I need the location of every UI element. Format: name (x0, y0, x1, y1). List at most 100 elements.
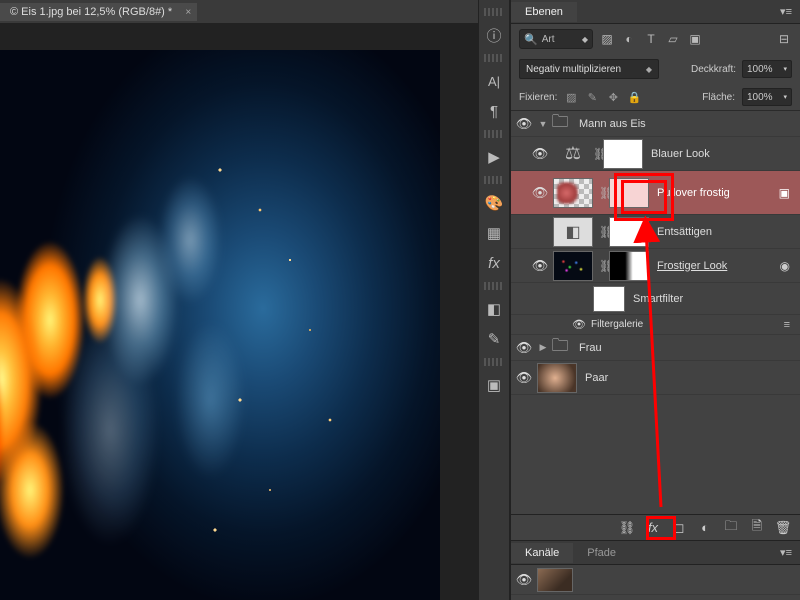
filter-name[interactable]: Filtergalerie (589, 319, 784, 330)
filter-entry[interactable]: 👁 Filtergalerie ≡ (511, 315, 800, 335)
filter-toggle-icon[interactable]: ⊟ (776, 31, 792, 47)
layer-filter-label: Art (542, 34, 555, 45)
layer-name[interactable]: Paar (583, 372, 794, 384)
collapsed-panel-strip: ⓘ A| ¶ ▶ 🎨 ▦ fx ◧ ✎ ▣ (478, 0, 510, 600)
document-tab-title: © Eis 1.jpg bei 12,5% (RGB/8#) * (10, 6, 172, 18)
layer-name[interactable]: Pullover frostig (655, 187, 775, 199)
visibility-icon[interactable]: 👁 (527, 258, 553, 274)
opacity-label: Deckkraft: (691, 64, 736, 75)
twirl-down-icon[interactable]: ▼ (537, 119, 549, 129)
add-mask-icon[interactable]: ◻ (666, 518, 692, 538)
blend-mode-dropdown[interactable]: Negativ multiplizieren ◆ (519, 59, 659, 79)
layers-tab[interactable]: Ebenen (511, 2, 577, 22)
layer-row-selected[interactable]: 👁 ⛓ Pullover frostig ▣ (511, 171, 800, 215)
swatches-panel-icon[interactable]: 🎨 (483, 192, 505, 214)
dropdown-arrow-icon: ◆ (582, 35, 588, 44)
channel-thumb (537, 568, 573, 592)
channel-row[interactable]: 👁 (511, 565, 800, 595)
link-icon[interactable]: ⛓ (599, 225, 609, 239)
document-tab[interactable]: © Eis 1.jpg bei 12,5% (RGB/8#) * × (0, 3, 197, 21)
panel-grip-icon[interactable] (484, 282, 504, 290)
layer-row[interactable]: 👁 Paar (511, 361, 800, 395)
paragraph-panel-icon[interactable]: ¶ (483, 100, 505, 122)
layer-name[interactable]: Frau (577, 342, 794, 354)
visibility-icon[interactable]: 👁 (511, 340, 537, 356)
panel-grip-icon[interactable] (484, 130, 504, 138)
brush-panel-icon[interactable]: ✎ (483, 328, 505, 350)
visibility-icon[interactable]: 👁 (527, 146, 553, 162)
canvas[interactable] (0, 24, 478, 600)
layer-row[interactable]: ◧ ⛓ Entsättigen (511, 215, 800, 249)
visibility-icon[interactable]: 👁 (511, 116, 537, 132)
layer-name[interactable]: Blauer Look (649, 148, 794, 160)
filter-pixel-icon[interactable]: ▨ (599, 31, 615, 47)
panel-grip-icon[interactable] (484, 8, 504, 16)
layer-row[interactable]: 👁 ⚖ ⛓ Blauer Look (511, 137, 800, 171)
filter-settings-icon[interactable]: ≡ (784, 319, 794, 331)
new-group-icon[interactable]: 🗀 (718, 518, 744, 538)
lock-position-icon[interactable]: ✥ (606, 90, 620, 104)
delete-layer-icon[interactable]: 🗑 (770, 518, 796, 538)
link-icon[interactable]: ⛓ (599, 186, 609, 200)
layer-mask-thumb[interactable] (609, 217, 649, 247)
character-panel-icon[interactable]: A| (483, 70, 505, 92)
filter-adjust-icon[interactable]: ◐ (621, 31, 637, 47)
layer-group[interactable]: 👁 ▶ 🗀 Frau (511, 335, 800, 361)
play-panel-icon[interactable]: ▶ (483, 146, 505, 168)
panel-menu-icon[interactable]: ▾≡ (772, 5, 800, 18)
layer-mask-thumb[interactable] (609, 251, 649, 281)
visibility-icon[interactable]: 👁 (527, 185, 553, 201)
layer-name[interactable]: Frostiger Look (655, 260, 776, 272)
link-icon[interactable]: ⛓ (599, 259, 609, 273)
filter-type-icon[interactable]: T (643, 31, 659, 47)
layer-name[interactable]: Mann aus Eis (577, 118, 794, 130)
panel-menu-icon[interactable]: ▾≡ (772, 546, 800, 559)
visibility-icon[interactable]: 👁 (511, 572, 537, 588)
close-tab-icon[interactable]: × (185, 7, 191, 18)
navigator-panel-icon[interactable]: ▣ (483, 374, 505, 396)
panel-grip-icon[interactable] (484, 176, 504, 184)
layer-thumb[interactable] (537, 363, 577, 393)
link-layers-icon[interactable]: ⛓ (614, 518, 640, 538)
fill-input[interactable]: 100%▾ (742, 88, 792, 106)
layers-list: 👁 ▼ 🗀 Mann aus Eis 👁 ⚖ ⛓ Blauer Look 👁 ⛓… (511, 111, 800, 514)
smartfilter-label: Smartfilter (631, 293, 794, 305)
filter-smart-icon[interactable]: ▣ (687, 31, 703, 47)
layer-mask-thumb[interactable] (609, 178, 649, 208)
new-layer-icon[interactable]: 🗎 (744, 518, 770, 538)
layer-name[interactable]: Entsättigen (655, 226, 794, 238)
layer-group[interactable]: 👁 ▼ 🗀 Mann aus Eis (511, 111, 800, 137)
layer-mask-thumb[interactable] (603, 139, 643, 169)
paths-tab[interactable]: Pfade (573, 543, 630, 563)
grid-panel-icon[interactable]: ▦ (483, 222, 505, 244)
twirl-right-icon[interactable]: ▶ (537, 342, 549, 353)
link-icon[interactable]: ⛓ (593, 147, 603, 161)
panel-grip-icon[interactable] (484, 54, 504, 62)
layer-thumb[interactable] (553, 178, 593, 208)
layer-row[interactable]: 👁 ⛓ Frostiger Look ◉ (511, 249, 800, 283)
opacity-input[interactable]: 100%▾ (742, 60, 792, 78)
layers-footer: ⛓ fx ◻ ◐ 🗀 🗎 🗑 (511, 514, 800, 540)
styles-panel-icon[interactable]: fx (483, 252, 505, 274)
lock-label: Fixieren: (519, 92, 557, 103)
filter-mask-thumb[interactable] (593, 286, 625, 312)
panel-grip-icon[interactable] (484, 358, 504, 366)
layer-thumb[interactable] (553, 251, 593, 281)
adjustment-layer-icon[interactable]: ◐ (692, 518, 718, 538)
layer-effects-icon[interactable]: fx (640, 518, 666, 538)
lock-all-icon[interactable]: 🔒 (627, 90, 641, 104)
lock-pixels-icon[interactable]: ✎ (585, 90, 599, 104)
adjustment-thumb[interactable]: ◧ (553, 217, 593, 247)
dropdown-arrow-icon: ◆ (646, 65, 652, 74)
document-tabbar: © Eis 1.jpg bei 12,5% (RGB/8#) * × (0, 0, 478, 24)
layer-filter-dropdown[interactable]: 🔍 Art ◆ (519, 29, 593, 49)
adjustments-panel-icon[interactable]: ◧ (483, 298, 505, 320)
lock-transparent-icon[interactable]: ▨ (564, 90, 578, 104)
visibility-icon[interactable]: 👁 (511, 370, 537, 386)
artwork (0, 50, 440, 600)
smart-filter-row[interactable]: Smartfilter (511, 283, 800, 315)
info-panel-icon[interactable]: ⓘ (483, 24, 505, 46)
channels-tab[interactable]: Kanäle (511, 543, 573, 563)
filter-shape-icon[interactable]: ▱ (665, 31, 681, 47)
visibility-icon[interactable]: 👁 (569, 318, 589, 331)
